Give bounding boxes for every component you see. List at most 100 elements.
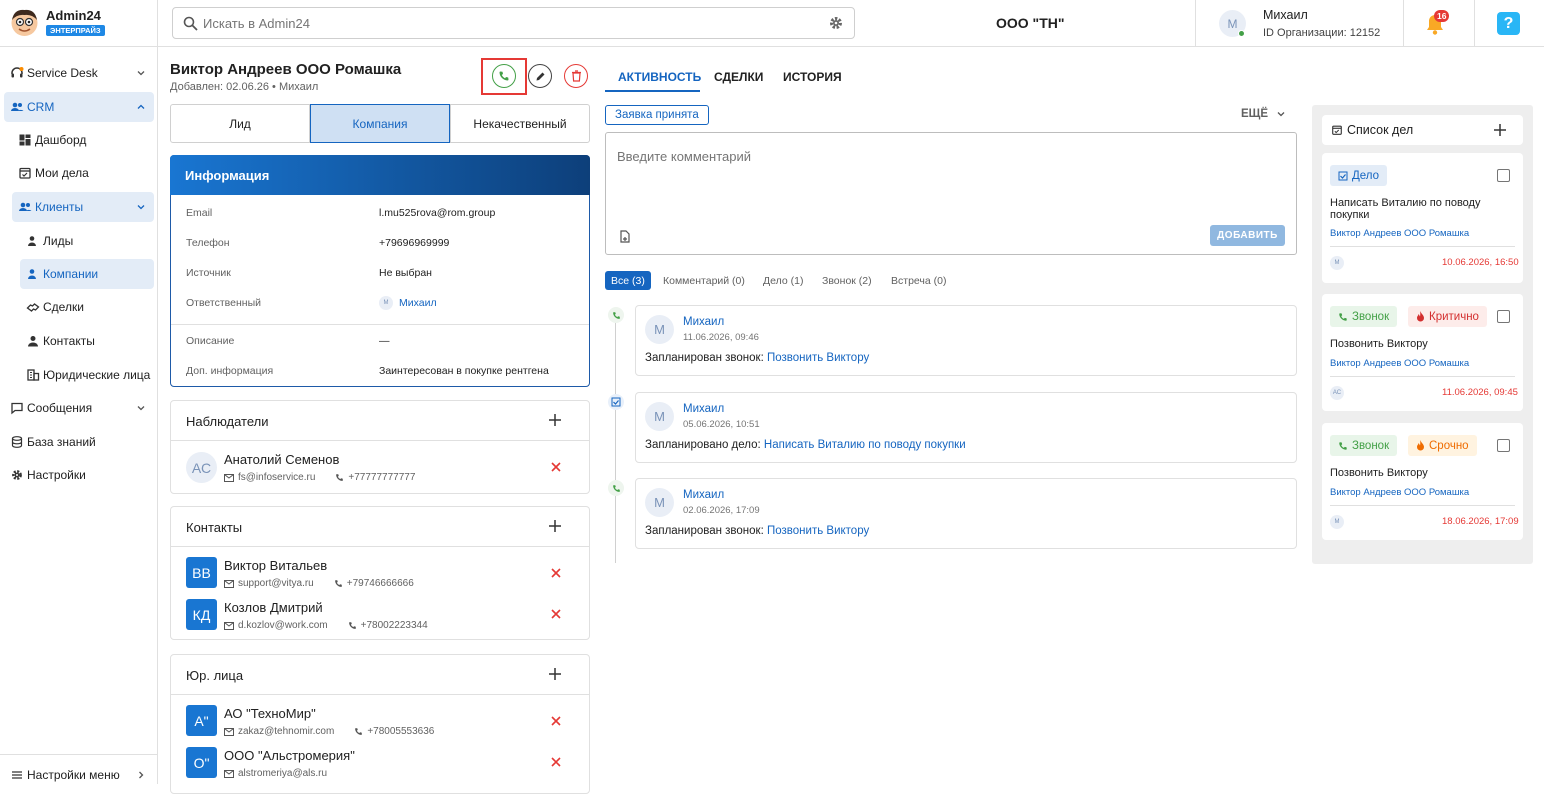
- sidebar-item-knowledge-base[interactable]: База знаний: [4, 427, 154, 457]
- add-contact-button[interactable]: [548, 519, 562, 533]
- contact-name[interactable]: Виктор Витальев: [224, 558, 327, 573]
- info-card-title: Информация: [185, 168, 270, 183]
- phone-icon: [355, 728, 363, 735]
- add-comment-button[interactable]: ДОБАВИТЬ: [1210, 225, 1285, 246]
- call-button[interactable]: [492, 64, 516, 88]
- activity-avatar: М: [645, 315, 674, 344]
- tab-activity[interactable]: АКТИВНОСТЬ: [618, 70, 701, 84]
- sidebar-item-contacts[interactable]: Контакты: [20, 326, 154, 356]
- more-button[interactable]: ЕЩЁ: [1241, 108, 1286, 120]
- info-value-description[interactable]: —: [379, 335, 390, 347]
- todo-item[interactable]: Звонок Срочно Позвонить Виктору Виктор А…: [1322, 423, 1523, 540]
- filter-meetings[interactable]: Встреча (0): [891, 275, 946, 287]
- info-card-header: Информация: [170, 155, 590, 195]
- legal-entity-email[interactable]: alstromeriya@als.ru: [238, 768, 327, 779]
- todo-checkbox[interactable]: [1497, 310, 1510, 323]
- observer-email[interactable]: fs@infoservice.ru: [238, 472, 315, 483]
- activity-author[interactable]: Михаил: [683, 489, 724, 501]
- comment-input[interactable]: [617, 149, 1277, 219]
- activity-prefix: Запланировано дело:: [645, 439, 761, 451]
- status-tab-lead[interactable]: Лид: [171, 105, 310, 142]
- sidebar-item-dashboard[interactable]: Дашборд: [12, 125, 154, 155]
- filter-comments[interactable]: Комментарий (0): [663, 275, 745, 287]
- sidebar-item-deals[interactable]: Сделки: [20, 292, 154, 322]
- contact-phone[interactable]: +79746666666: [347, 578, 414, 589]
- legal-entity-email[interactable]: zakaz@tehnomir.com: [238, 726, 334, 737]
- menu-settings-button[interactable]: Настройки меню: [4, 760, 154, 790]
- contact-email[interactable]: support@vitya.ru: [238, 578, 314, 589]
- legal-entity-name[interactable]: АО "ТехноМир": [224, 706, 316, 721]
- contact-name[interactable]: Козлов Дмитрий: [224, 600, 323, 615]
- logo-area[interactable]: Admin24 ЭНТЕРПРАЙЗ: [0, 0, 158, 47]
- divider: [1330, 505, 1515, 506]
- edit-button[interactable]: [528, 64, 552, 88]
- trash-icon: [571, 70, 582, 82]
- info-value-source[interactable]: Не выбран: [379, 267, 432, 279]
- todo-item[interactable]: Звонок Критично Позвонить Виктору Виктор…: [1322, 294, 1523, 411]
- info-value-extra[interactable]: Заинтересован в покупке рентгена: [379, 365, 549, 377]
- help-icon[interactable]: ?: [1497, 12, 1520, 35]
- tab-history[interactable]: ИСТОРИЯ: [783, 70, 842, 84]
- info-value-responsible[interactable]: Михаил: [399, 297, 437, 309]
- filter-calls[interactable]: Звонок (2): [822, 275, 872, 287]
- sidebar-item-service-desk[interactable]: Service Desk: [4, 58, 154, 88]
- sidebar-item-my-tasks[interactable]: Мои дела: [12, 158, 154, 188]
- user-name[interactable]: Михаил: [1263, 8, 1308, 22]
- remove-contact-button[interactable]: [551, 609, 561, 619]
- contact-email[interactable]: d.kozlov@work.com: [238, 620, 328, 631]
- status-chip[interactable]: Заявка принята: [605, 105, 709, 125]
- sidebar-item-companies[interactable]: Компании: [20, 259, 154, 289]
- search-box[interactable]: [172, 7, 855, 39]
- gear-icon[interactable]: [828, 15, 844, 31]
- todo-checkbox[interactable]: [1497, 439, 1510, 452]
- attach-file-icon[interactable]: [619, 230, 631, 243]
- entity-added: Добавлен: 02.06.26 • Михаил: [170, 81, 319, 93]
- remove-legal-entity-button[interactable]: [551, 757, 561, 767]
- delete-button[interactable]: [564, 64, 588, 88]
- observer-name[interactable]: Анатолий Семенов: [224, 452, 339, 467]
- todo-item[interactable]: Дело Написать Виталию по поводу покупки …: [1322, 153, 1523, 283]
- add-todo-button[interactable]: [1493, 123, 1507, 137]
- legal-entities-title: Юр. лица: [186, 668, 244, 683]
- activity-link[interactable]: Позвонить Виктору: [767, 525, 869, 537]
- info-value-phone[interactable]: +79696969999: [379, 237, 449, 249]
- divider: [1474, 0, 1475, 47]
- remove-observer-button[interactable]: [551, 462, 561, 472]
- sidebar-item-legal-entities[interactable]: Юридические лица: [20, 360, 154, 390]
- todo-item-link[interactable]: Виктор Андреев ООО Ромашка: [1330, 358, 1469, 369]
- info-label-phone: Телефон: [186, 237, 230, 249]
- filter-all[interactable]: Все (3): [605, 271, 651, 290]
- add-observer-button[interactable]: [548, 413, 562, 427]
- person-icon: [26, 267, 40, 281]
- todo-item-link[interactable]: Виктор Андреев ООО Ромашка: [1330, 487, 1469, 498]
- sidebar-item-leads[interactable]: Лиды: [20, 226, 154, 256]
- sidebar-item-settings[interactable]: Настройки: [4, 460, 154, 490]
- todo-item-link[interactable]: Виктор Андреев ООО Ромашка: [1330, 228, 1469, 239]
- info-value-email[interactable]: l.mu525rova@rom.group: [379, 207, 495, 219]
- todo-assignee-avatar: АС: [1330, 386, 1344, 400]
- sidebar-item-messages[interactable]: Сообщения: [4, 393, 154, 423]
- remove-legal-entity-button[interactable]: [551, 716, 561, 726]
- sidebar-item-clients[interactable]: Клиенты: [12, 192, 154, 222]
- activity-link[interactable]: Позвонить Виктору: [767, 352, 869, 364]
- legal-entity-name[interactable]: ООО "Альстромерия": [224, 748, 355, 763]
- todo-checkbox[interactable]: [1497, 169, 1510, 182]
- tab-deals[interactable]: СДЕЛКИ: [714, 70, 763, 84]
- company-name[interactable]: ООО "ТН": [996, 15, 1065, 31]
- status-tab-unqualified[interactable]: Некачественный: [450, 105, 589, 142]
- activity-link[interactable]: Написать Виталию по поводу покупки: [764, 439, 966, 451]
- observer-phone[interactable]: +77777777777: [348, 472, 415, 483]
- activity-prefix: Запланирован звонок:: [645, 525, 764, 537]
- person-icon: [26, 334, 40, 348]
- contact-phone[interactable]: +78002223344: [361, 620, 428, 631]
- filter-tasks[interactable]: Дело (1): [763, 275, 803, 287]
- status-tab-company[interactable]: Компания: [310, 104, 450, 143]
- activity-author[interactable]: Михаил: [683, 403, 724, 415]
- legal-entity-phone[interactable]: +78005553636: [367, 726, 434, 737]
- sidebar-item-crm[interactable]: CRM: [4, 92, 154, 122]
- activity-author[interactable]: Михаил: [683, 316, 724, 328]
- add-legal-entity-button[interactable]: [548, 667, 562, 681]
- remove-contact-button[interactable]: [551, 568, 561, 578]
- search-input[interactable]: [203, 14, 803, 32]
- person-icon: [26, 234, 40, 248]
